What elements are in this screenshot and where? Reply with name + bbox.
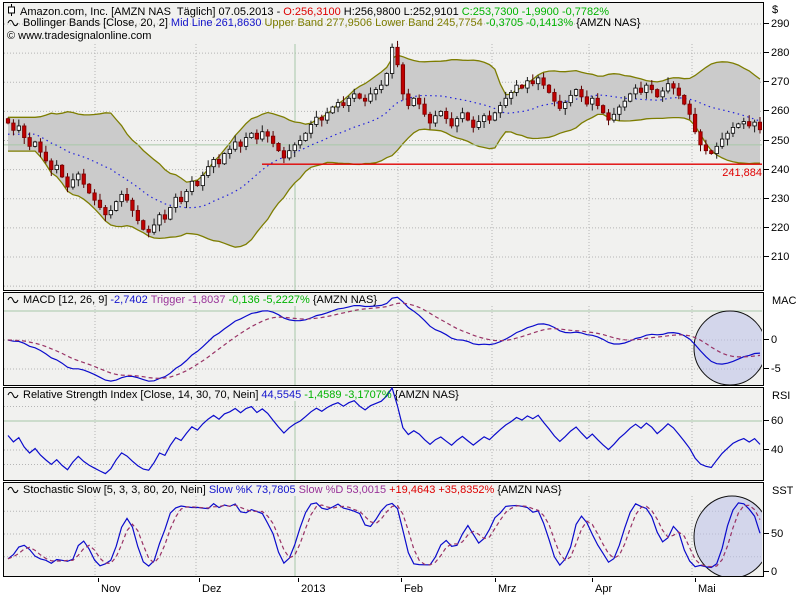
time-axis[interactable]: Nov Dez 2013 Feb Mrz Apr Mai	[3, 578, 764, 600]
price-tick: 230	[764, 193, 789, 205]
rsi-legend[interactable]: Relative Strength Index [Close, 14, 30, …	[7, 389, 462, 402]
alert-price-label: 241,884	[716, 167, 762, 179]
macd-name: MACD [12, 26, 9]	[23, 294, 107, 306]
macd-change: -0,136 -5,2227%	[229, 294, 310, 306]
chart-window: Amazon.com, Inc. [AMZN NAS Täglich] 07.0…	[0, 0, 800, 600]
price-tick: 220	[764, 222, 789, 234]
rsi-axis-label: RSI	[772, 390, 798, 402]
stoch-d-value: Slow %D 53,0015	[299, 484, 386, 496]
price-axis-unit: $	[772, 4, 798, 16]
macd-legend[interactable]: MACD [12, 26, 9]-2,7402 Trigger -1,8037-0…	[7, 294, 380, 307]
price-chart-panel[interactable]	[3, 2, 764, 291]
price-tick: 260	[764, 105, 789, 117]
wave-icon	[7, 391, 19, 399]
rsi-name: Relative Strength Index [Close, 14, 30, …	[23, 389, 258, 401]
price-tick: 250	[764, 135, 789, 147]
rsi-tick: 40	[764, 444, 783, 456]
bollinger-change: -0,3705 -0,1413%	[486, 17, 573, 29]
macd-axis-label: MACD	[772, 295, 797, 307]
stoch-tick: 0	[764, 566, 777, 578]
macd-tick: 0	[764, 334, 777, 346]
stoch-tick: 50	[764, 528, 783, 540]
wave-icon	[7, 19, 19, 27]
copyright-text: © www.tradesignalonline.com	[7, 30, 151, 42]
macd-tick: -5	[764, 363, 781, 375]
price-tick: 240	[764, 164, 789, 176]
copyright-note: © www.tradesignalonline.com	[7, 30, 154, 43]
wave-icon	[7, 296, 19, 304]
macd-symbol: {AMZN NAS}	[313, 294, 377, 306]
stoch-k-value: Slow %K 73,7805	[209, 484, 296, 496]
rsi-tick: 60	[764, 415, 783, 427]
trigger-value: Trigger -1,8037	[151, 294, 226, 306]
lowerband-value: Lower Band 245,7754	[375, 17, 483, 29]
instrument-legend[interactable]: Amazon.com, Inc. [AMZN NAS Täglich] 07.0…	[7, 4, 612, 17]
stoch-name: Stochastic Slow [5, 3, 3, 80, 20, Nein]	[23, 484, 206, 496]
rsi-symbol: {AMZN NAS}	[395, 389, 459, 401]
price-tick: 280	[764, 47, 789, 59]
rsi-value: 44,5545	[261, 389, 301, 401]
price-tick: 210	[764, 251, 789, 263]
upperband-value: Upper Band 277,9506	[264, 17, 372, 29]
price-tick: 290	[764, 18, 789, 30]
bollinger-symbol: {AMZN NAS}	[576, 17, 640, 29]
price-tick: 270	[764, 76, 789, 88]
value-axis[interactable]: $ 290 280 270 260 250 240 230 220 210 MA…	[764, 0, 800, 600]
wave-icon	[7, 486, 19, 494]
candlestick-icon	[7, 4, 16, 16]
stoch-symbol: {AMZN NAS}	[497, 484, 561, 496]
stochastic-legend[interactable]: Stochastic Slow [5, 3, 3, 80, 20, Nein]S…	[7, 484, 565, 497]
rsi-change: -1,4589 -3,1707%	[304, 389, 391, 401]
bollinger-name: Bollinger Bands [Close, 20, 2]	[23, 17, 168, 29]
macd-value: -2,7402	[110, 294, 147, 306]
midline-value: Mid Line 261,8630	[171, 17, 262, 29]
stoch-change: +19,4643 +35,8352%	[389, 484, 494, 496]
stoch-axis-label: SST	[772, 485, 793, 497]
bollinger-legend[interactable]: Bollinger Bands [Close, 20, 2]Mid Line 2…	[7, 17, 643, 30]
